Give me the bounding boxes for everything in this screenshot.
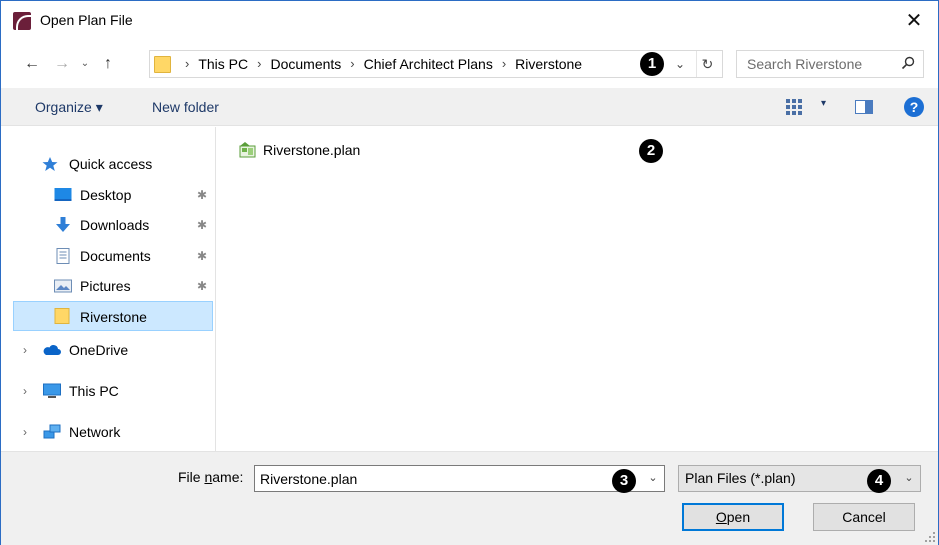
sidebar-item-label: This PC <box>69 383 119 399</box>
view-options-arrow[interactable]: ▾ <box>821 98 826 109</box>
cancel-button[interactable]: Cancel <box>813 503 915 531</box>
file-name-input[interactable] <box>255 466 640 491</box>
preview-pane-icon[interactable] <box>855 100 873 114</box>
sidebar-item-this-pc[interactable]: › This PC <box>14 376 213 406</box>
command-toolbar: Organize ▾ New folder ▾ ? <box>1 88 938 126</box>
back-button[interactable]: ← <box>21 51 43 77</box>
computer-icon <box>43 383 61 398</box>
organize-menu-button[interactable]: Organize ▾ <box>35 88 103 126</box>
title-bar: Open Plan File ✕ <box>1 1 938 41</box>
breadcrumb-documents[interactable]: Documents <box>270 51 341 77</box>
file-name-label-text: File <box>178 469 205 485</box>
chief-architect-app-icon <box>13 12 31 30</box>
search-box <box>736 50 924 78</box>
sidebar-item-downloads[interactable]: Downloads ✱ <box>14 210 213 240</box>
sidebar-item-quick-access[interactable]: Quick access <box>14 149 213 179</box>
sidebar-item-onedrive[interactable]: › OneDrive <box>14 335 213 365</box>
file-list-pane[interactable]: Riverstone.plan 2 <box>217 127 938 451</box>
file-name-label: File name: <box>178 464 243 490</box>
sidebar-item-pictures[interactable]: Pictures ✱ <box>14 271 213 301</box>
breadcrumb-separator[interactable]: › <box>493 51 515 77</box>
callout-marker-3: 3 <box>612 469 636 493</box>
pin-icon[interactable]: ✱ <box>197 271 207 301</box>
chevron-down-icon[interactable]: ⌄ <box>670 51 690 77</box>
plan-file-icon <box>239 142 256 158</box>
forward-button[interactable]: → <box>51 51 73 77</box>
change-view-icon[interactable] <box>785 98 803 116</box>
expand-chevron-icon[interactable]: › <box>23 335 27 365</box>
sidebar-item-riverstone[interactable]: Riverstone <box>13 301 213 331</box>
open-accelerator: O <box>715 509 727 525</box>
pictures-icon <box>54 279 72 293</box>
window-title: Open Plan File <box>40 12 133 28</box>
sidebar-item-network[interactable]: › Network <box>14 417 213 447</box>
navigation-row: ← → ⌄ ↑ › This PC › Documents › Chief Ar… <box>1 45 938 83</box>
help-icon[interactable]: ? <box>904 97 924 117</box>
callout-marker-1: 1 <box>640 52 664 76</box>
new-folder-button[interactable]: New folder <box>152 88 219 126</box>
callout-marker-4: 4 <box>867 469 891 493</box>
sidebar-item-label: Documents <box>80 248 151 264</box>
search-input[interactable] <box>737 51 897 77</box>
open-button[interactable]: Open <box>682 503 784 531</box>
breadcrumb-separator[interactable]: › <box>248 51 270 77</box>
recent-locations-button[interactable]: ⌄ <box>77 51 93 77</box>
sidebar-item-documents[interactable]: Documents ✱ <box>14 241 213 271</box>
resize-grip-icon[interactable] <box>925 532 935 542</box>
folder-icon <box>54 308 70 324</box>
refresh-icon[interactable]: ↻ <box>696 51 718 77</box>
navigation-pane: Quick access Desktop ✱ Downloads ✱ Docum… <box>1 127 216 451</box>
star-icon <box>42 157 58 171</box>
callout-marker-2: 2 <box>639 139 663 163</box>
address-bar[interactable]: › This PC › Documents › Chief Architect … <box>149 50 723 78</box>
close-button[interactable]: ✕ <box>900 7 928 35</box>
file-name-label: Riverstone.plan <box>263 142 361 158</box>
sidebar-item-label: Pictures <box>80 278 131 294</box>
open-plan-file-dialog: Open Plan File ✕ ← → ⌄ ↑ › This PC › Doc… <box>0 0 939 545</box>
breadcrumb-this-pc[interactable]: This PC <box>198 51 248 77</box>
file-selection-panel: File name: ⌄ 3 Plan Files (*.plan) ⌄ 4 O… <box>1 451 938 545</box>
sidebar-item-label: Riverstone <box>80 309 147 325</box>
expand-chevron-icon[interactable]: › <box>23 376 27 406</box>
open-label: pen <box>726 509 751 525</box>
up-button[interactable]: ↑ <box>97 51 119 77</box>
search-icon[interactable] <box>901 56 915 70</box>
chevron-down-icon[interactable]: ⌄ <box>901 466 917 491</box>
sidebar-item-desktop[interactable]: Desktop ✱ <box>14 180 213 210</box>
sidebar-item-label: Quick access <box>69 156 153 172</box>
pin-icon[interactable]: ✱ <box>197 210 207 240</box>
pin-icon[interactable]: ✱ <box>197 180 207 210</box>
breadcrumb-separator[interactable]: › <box>341 51 363 77</box>
breadcrumb-chief-architect-plans[interactable]: Chief Architect Plans <box>364 51 493 77</box>
documents-icon <box>56 248 70 264</box>
expand-chevron-icon[interactable]: › <box>23 417 27 447</box>
download-icon <box>56 217 70 232</box>
file-type-value: Plan Files (*.plan) <box>685 470 796 486</box>
breadcrumb: › This PC › Documents › Chief Architect … <box>176 51 582 77</box>
desktop-icon <box>54 188 72 201</box>
sidebar-item-label: Downloads <box>80 217 150 233</box>
network-icon <box>43 424 61 439</box>
sidebar-item-label: Desktop <box>80 187 132 203</box>
file-name-label-text: ame: <box>212 469 244 485</box>
breadcrumb-separator[interactable]: › <box>176 51 198 77</box>
cloud-icon <box>43 345 61 355</box>
pin-icon[interactable]: ✱ <box>197 241 207 271</box>
sidebar-item-label: OneDrive <box>69 342 129 358</box>
breadcrumb-riverstone[interactable]: Riverstone <box>515 51 582 77</box>
chevron-down-icon[interactable]: ⌄ <box>644 466 662 491</box>
file-name-combobox: ⌄ <box>254 465 665 492</box>
folder-icon <box>154 56 171 73</box>
sidebar-item-label: Network <box>69 424 121 440</box>
